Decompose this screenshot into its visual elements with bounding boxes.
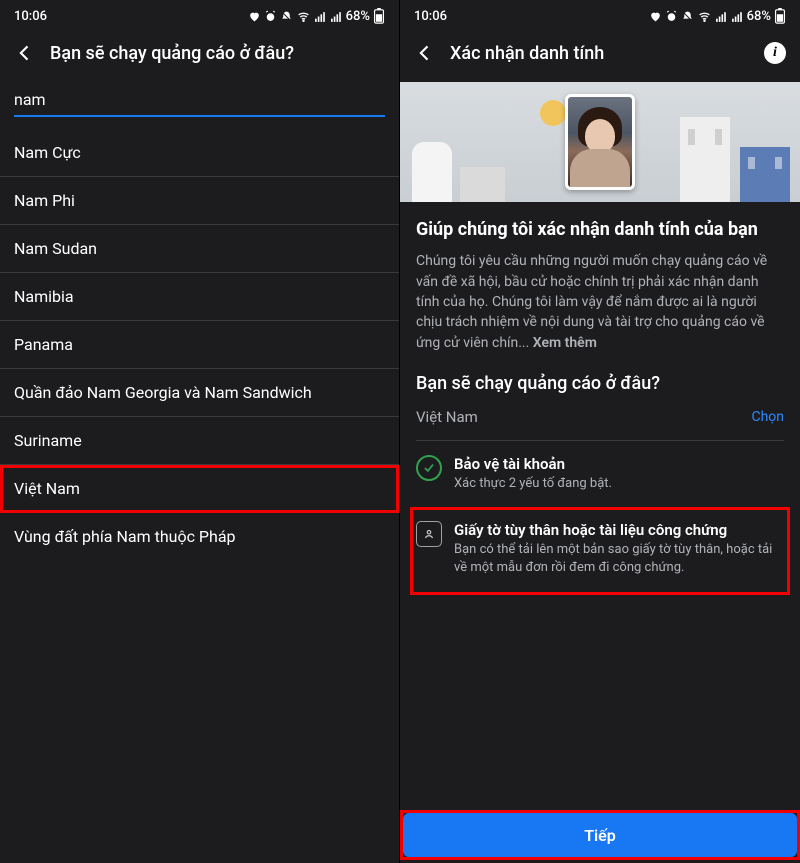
search-wrap	[0, 82, 399, 125]
step-subtitle: Bạn có thể tải lên một bản sao giấy tờ t…	[454, 541, 784, 577]
list-item[interactable]: Panama	[0, 321, 399, 369]
wifi-icon	[296, 10, 311, 23]
back-button[interactable]	[14, 42, 36, 64]
hero-illustration	[400, 82, 800, 202]
signal-icon-2	[731, 10, 744, 23]
id-document-icon	[416, 521, 442, 547]
identity-confirmation-screen: 10:06 68% Xác nhận danh tính i	[400, 0, 800, 863]
info-button[interactable]: i	[764, 42, 786, 64]
list-item[interactable]: Suriname	[0, 417, 399, 465]
list-item[interactable]: Nam Phi	[0, 177, 399, 225]
checkmark-icon	[416, 455, 442, 481]
selected-country: Việt Nam	[416, 408, 478, 426]
heart-icon	[649, 10, 662, 23]
battery-icon	[774, 8, 786, 24]
id-photo-illustration	[565, 94, 635, 190]
country-list: Nam CựcNam PhiNam SudanNamibiaPanamaQuần…	[0, 125, 399, 564]
wifi-icon	[697, 10, 712, 23]
status-icons: 68%	[649, 8, 786, 24]
list-item[interactable]: Quần đảo Nam Georgia và Nam Sandwich	[0, 369, 399, 417]
step-id-documents[interactable]: Giấy tờ tùy thân hoặc tài liệu công chứn…	[410, 507, 790, 595]
list-item[interactable]: Việt Nam	[0, 465, 399, 513]
battery-text: 68%	[346, 9, 370, 24]
mute-icon	[280, 10, 293, 23]
signal-icon	[314, 10, 327, 23]
headline: Giúp chúng tôi xác nhận danh tính của bạ…	[416, 218, 784, 241]
status-bar: 10:06 68%	[400, 0, 800, 32]
signal-icon	[715, 10, 728, 23]
see-more-link[interactable]: Xem thêm	[533, 335, 597, 351]
alarm-icon	[665, 10, 678, 23]
next-button[interactable]: Tiếp	[403, 813, 797, 857]
alarm-icon	[264, 10, 277, 23]
status-bar: 10:06 68%	[0, 0, 399, 32]
header: Xác nhận danh tính i	[400, 32, 800, 82]
country-search-screen: 10:06 68% Bạn sẽ chạy quảng cáo ở đâu? N…	[0, 0, 400, 863]
list-item[interactable]: Nam Cực	[0, 129, 399, 177]
back-button[interactable]	[414, 42, 436, 64]
status-time: 10:06	[14, 9, 47, 24]
country-row: Việt Nam Chọn	[416, 402, 784, 441]
country-question: Bạn sẽ chạy quảng cáo ở đâu?	[416, 373, 784, 394]
list-item[interactable]: Nam Sudan	[0, 225, 399, 273]
battery-text: 68%	[747, 9, 771, 24]
choose-country-link[interactable]: Chọn	[751, 409, 784, 425]
mute-icon	[681, 10, 694, 23]
step-subtitle: Xác thực 2 yếu tố đang bật.	[454, 475, 612, 493]
step-account-protection: Bảo vệ tài khoản Xác thực 2 yếu tố đang …	[416, 441, 784, 507]
status-time: 10:06	[414, 9, 447, 24]
list-item[interactable]: Namibia	[0, 273, 399, 321]
status-icons: 68%	[248, 8, 385, 24]
description: Chúng tôi yêu cầu những người muốn chạy …	[416, 251, 784, 352]
battery-icon	[373, 8, 385, 24]
step-title: Bảo vệ tài khoản	[454, 455, 612, 473]
header: Bạn sẽ chạy quảng cáo ở đâu?	[0, 32, 399, 82]
content: Giúp chúng tôi xác nhận danh tính của bạ…	[400, 202, 800, 595]
footer: Tiếp	[400, 801, 800, 863]
list-item[interactable]: Vùng đất phía Nam thuộc Pháp	[0, 513, 399, 560]
step-title: Giấy tờ tùy thân hoặc tài liệu công chứn…	[454, 521, 784, 539]
page-title: Xác nhận danh tính	[450, 43, 750, 64]
country-search-input[interactable]	[14, 82, 385, 117]
page-title: Bạn sẽ chạy quảng cáo ở đâu?	[50, 43, 385, 64]
heart-icon	[248, 10, 261, 23]
signal-icon-2	[330, 10, 343, 23]
